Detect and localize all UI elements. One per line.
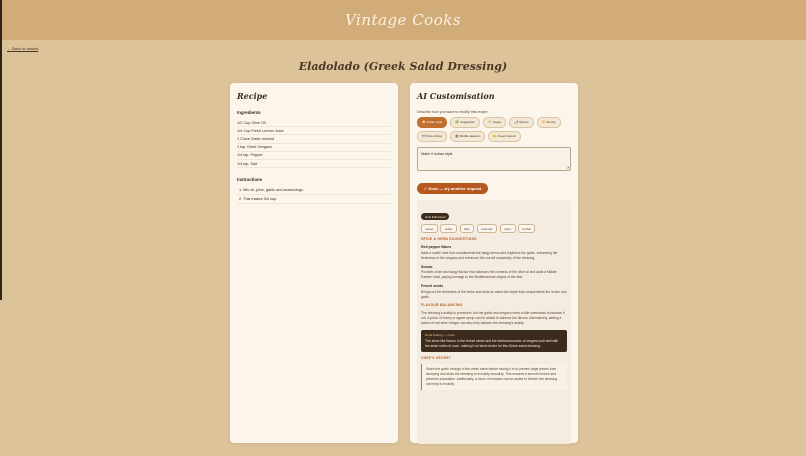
- ingredients-list: 1/2 Cup Olive Oil 1/4 Cup Fresh Lemon Ju…: [237, 119, 391, 169]
- recipe-card: Recipe Ingredients 1/2 Cup Olive Oil 1/4…: [230, 83, 398, 443]
- chip-indian-style[interactable]: 🍛 Indian style: [417, 117, 448, 128]
- spice-name: Fennel seeds: [421, 284, 444, 289]
- spice-name: Sumac: [421, 264, 433, 269]
- flavour-tag: spicy: [499, 224, 516, 234]
- done-button[interactable]: ✓ Done — try another request: [417, 182, 489, 194]
- flavour-tags: sweet acidic fatty aromatic spicy herbal: [421, 224, 567, 234]
- flavour-tag: fatty: [459, 224, 475, 234]
- chefs-secret-text: Strain the garlic through a fine-mesh si…: [421, 364, 567, 390]
- page-title: Eladolado (Greek Salad Dressing): [298, 60, 508, 73]
- flavour-tag: sweet: [421, 224, 438, 234]
- site-header: Vintage Cooks: [0, 0, 806, 40]
- chip-vegetarian[interactable]: 🌿 Vegetarian: [450, 117, 480, 128]
- spice-item: Fennel seeds Brings out the freshness of…: [421, 284, 567, 299]
- back-link[interactable]: ← Back to results: [7, 46, 38, 51]
- spice-section-label: SPICE & HERB SUGGESTIONS: [421, 237, 477, 242]
- recipe-card-title: Recipe: [237, 91, 268, 101]
- spice-item: Red pepper flakes Adds a subtle heat tha…: [421, 245, 567, 260]
- spice-desc: Brings out the freshness of the herbs an…: [421, 289, 567, 299]
- drink-pairing-box: Drink Pairing — Ouzo The anise like flav…: [421, 330, 567, 353]
- instructions-heading: Instructions: [237, 177, 263, 183]
- ai-customisation-card: AI Customisation Describe how you want t…: [410, 83, 578, 444]
- drink-pairing-heading: Drink Pairing — Ouzo: [425, 333, 455, 338]
- resize-handle-icon[interactable]: ◢: [567, 165, 569, 169]
- ai-description: Describe how you want to modify this rec…: [417, 110, 489, 114]
- suggestion-chips: 🍛 Indian style 🌿 Vegetarian 🌱 Vegan 🌶 Sp…: [417, 117, 571, 142]
- spice-desc: Adds a subtle heat that complements the …: [421, 250, 558, 260]
- brand-logo[interactable]: Vintage Cooks: [345, 11, 461, 29]
- chip-middle-eastern[interactable]: 🏛 Middle Eastern: [449, 130, 486, 142]
- drink-pairing-text: The anise like flavour in the fennel see…: [425, 339, 559, 349]
- ingredient-item: 1 Clove Garlic minced: [237, 135, 391, 144]
- ingredient-item: 1/2 Cup Olive Oil: [237, 119, 391, 128]
- chip-vegan[interactable]: 🌱 Vegan: [482, 117, 507, 128]
- chefs-secret-label: CHEF'S SECRET: [421, 356, 452, 361]
- chip-keep-historic[interactable]: 🍋 Keep historic: [488, 130, 521, 142]
- ingredient-item: 1/4 tsp. Pepper: [237, 152, 391, 160]
- ai-result-panel: ⊕ AI Enhanced sweet acidic fatty aromati…: [417, 199, 571, 444]
- request-value: Make it Indian style: [421, 151, 453, 156]
- balancing-section-label: FLAVOUR BALANCING: [421, 303, 463, 308]
- chip-fine-dining[interactable]: 🍽 Fine dining: [417, 130, 447, 142]
- balancing-text: The dressing's acidity is prominent, but…: [421, 311, 565, 326]
- spice-item: Sumac Provides a tart and tangy flavour …: [421, 265, 567, 280]
- ai-enhanced-badge: ⊕ AI Enhanced: [421, 212, 450, 221]
- ingredient-item: 1 tsp. Dried Oregano: [237, 144, 391, 152]
- window-edge: [0, 0, 2, 300]
- flavour-tag: aromatic: [476, 224, 498, 234]
- request-textarea[interactable]: Make it Indian style ◢: [417, 146, 571, 171]
- ai-card-title: AI Customisation: [417, 91, 495, 101]
- instruction-step: 2. This makes 3/4 cup.: [237, 195, 391, 205]
- ingredient-item: 1/4 Cup Fresh Lemon Juice: [237, 127, 391, 136]
- flavour-tag: herbal: [518, 224, 536, 234]
- spice-name: Red pepper flakes: [421, 245, 452, 250]
- chip-spicier[interactable]: 🌶 Spicier: [509, 117, 534, 128]
- instructions-list: 1. Mix oil, juice, garlic and seasonings…: [237, 186, 391, 205]
- instruction-step: 1. Mix oil, juice, garlic and seasonings…: [237, 186, 391, 196]
- ingredients-heading: Ingredients: [237, 110, 261, 115]
- spice-desc: Provides a tart and tangy flavour that b…: [421, 270, 557, 280]
- chip-smoky[interactable]: 🔆 Smoky: [536, 117, 561, 128]
- ingredient-item: 1/4 tsp. Salt: [237, 160, 391, 169]
- flavour-tag: acidic: [440, 224, 458, 234]
